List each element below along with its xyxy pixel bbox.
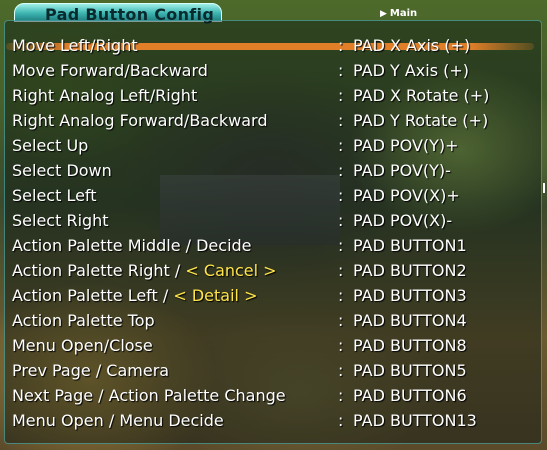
binding-row[interactable]: Select Up : PAD POV(Y)+: [12, 133, 537, 158]
separator: :: [338, 411, 344, 430]
binding-value: PAD BUTTON2: [353, 261, 467, 280]
binding-label: Action Palette Top: [12, 311, 155, 330]
binding-label: Prev Page / Camera: [12, 361, 170, 380]
separator: :: [338, 236, 344, 255]
binding-label-text: Action Palette Right /: [12, 261, 186, 280]
binding-label: Select Right: [12, 211, 109, 230]
binding-label: Action Palette Right / < Cancel >: [12, 258, 277, 283]
binding-label: Action Palette Middle / Decide: [12, 236, 252, 255]
bracket-left: <: [173, 286, 192, 305]
binding-value: PAD Y Axis (+): [353, 61, 470, 80]
separator: :: [338, 86, 344, 105]
binding-row[interactable]: Next Page / Action Palette Change : PAD …: [12, 383, 537, 408]
binding-row[interactable]: Prev Page / Camera : PAD BUTTON5: [12, 358, 537, 383]
separator: :: [338, 261, 344, 280]
binding-row[interactable]: Select Right : PAD POV(X)-: [12, 208, 537, 233]
binding-value: PAD POV(Y)+: [353, 136, 459, 155]
binding-list: Move Left/Right : PAD X Axis (+) Move Fo…: [6, 33, 537, 433]
binding-value: PAD BUTTON8: [353, 336, 467, 355]
separator: :: [338, 136, 344, 155]
binding-row[interactable]: Move Forward/Backward : PAD Y Axis (+): [12, 58, 537, 83]
binding-value: PAD BUTTON13: [353, 411, 477, 430]
binding-row[interactable]: Action Palette Left / < Detail > : PAD B…: [12, 283, 537, 308]
binding-label: Select Left: [12, 186, 97, 205]
binding-label: Right Analog Forward/Backward: [12, 111, 268, 130]
binding-value: PAD POV(X)-: [353, 211, 453, 230]
binding-row[interactable]: Select Down : PAD POV(Y)-: [12, 158, 537, 183]
binding-row[interactable]: Select Left : PAD POV(X)+: [12, 183, 537, 208]
bracket-right: >: [258, 261, 277, 280]
binding-label-text: Action Palette Left /: [12, 286, 174, 305]
separator: :: [338, 386, 344, 405]
binding-label: Action Palette Left / < Detail >: [12, 283, 258, 308]
separator: :: [338, 61, 344, 80]
binding-row[interactable]: Menu Open / Menu Decide : PAD BUTTON13: [12, 408, 537, 433]
separator: :: [338, 186, 344, 205]
main-nav-label: Main: [389, 8, 418, 19]
binding-row[interactable]: Action Palette Middle / Decide : PAD BUT…: [12, 233, 537, 258]
binding-label: Select Down: [12, 161, 112, 180]
binding-label: Menu Open / Menu Decide: [12, 411, 224, 430]
binding-value: PAD BUTTON5: [353, 361, 467, 380]
binding-value: PAD Y Rotate (+): [353, 111, 489, 130]
binding-value: PAD POV(Y)-: [353, 161, 451, 180]
binding-label: Right Analog Left/Right: [12, 86, 198, 105]
binding-label: Next Page / Action Palette Change: [12, 386, 286, 405]
binding-value: PAD POV(X)+: [353, 186, 460, 205]
bracketed-action: Cancel: [203, 261, 259, 280]
bracket-right: >: [239, 286, 258, 305]
binding-label: Move Left/Right: [12, 36, 138, 55]
separator: :: [338, 111, 344, 130]
binding-row[interactable]: Menu Open/Close : PAD BUTTON8: [12, 333, 537, 358]
separator: :: [338, 361, 344, 380]
separator: :: [338, 311, 344, 330]
binding-value: PAD BUTTON6: [353, 386, 467, 405]
play-arrow-icon: ▶: [380, 9, 387, 19]
binding-label: Select Up: [12, 136, 89, 155]
main-nav-link[interactable]: ▶ Main: [380, 8, 417, 19]
binding-label: Menu Open/Close: [12, 336, 153, 355]
separator: :: [338, 336, 344, 355]
separator: :: [338, 286, 344, 305]
binding-row[interactable]: Right Analog Left/Right : PAD X Rotate (…: [12, 83, 537, 108]
binding-value: PAD X Rotate (+): [353, 86, 490, 105]
binding-value: PAD X Axis (+): [353, 36, 471, 55]
binding-value: PAD BUTTON3: [353, 286, 467, 305]
binding-label: Move Forward/Backward: [12, 61, 208, 80]
binding-row[interactable]: Action Palette Right / < Cancel > : PAD …: [12, 258, 537, 283]
scroll-marker: [543, 183, 545, 193]
separator: :: [338, 36, 344, 55]
binding-row[interactable]: Right Analog Forward/Backward : PAD Y Ro…: [12, 108, 537, 133]
binding-row[interactable]: Move Left/Right : PAD X Axis (+): [6, 33, 537, 58]
binding-value: PAD BUTTON1: [353, 236, 467, 255]
binding-value: PAD BUTTON4: [353, 311, 467, 330]
separator: :: [338, 211, 344, 230]
binding-row[interactable]: Action Palette Top : PAD BUTTON4: [12, 308, 537, 333]
separator: :: [338, 161, 344, 180]
bracket-left: <: [185, 261, 204, 280]
bracketed-action: Detail: [191, 286, 239, 305]
